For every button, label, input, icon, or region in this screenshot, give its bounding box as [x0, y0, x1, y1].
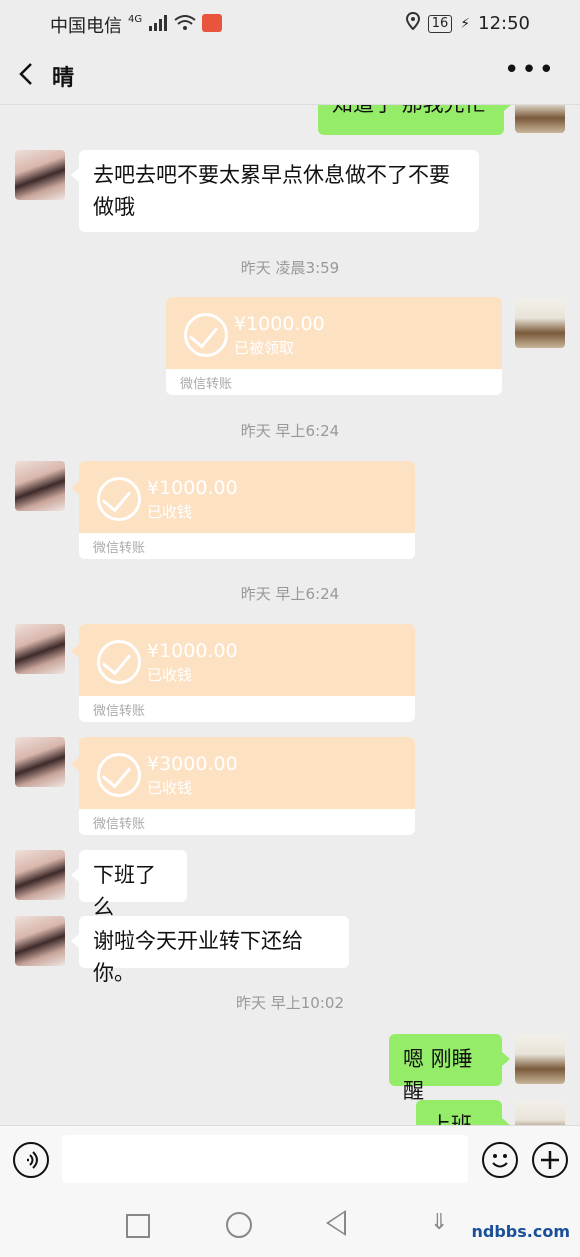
message-input[interactable]: [62, 1135, 468, 1183]
message-text: 上班了: [430, 1113, 472, 1125]
carrier-label: 中国电信: [50, 16, 122, 37]
voice-input-icon[interactable]: [13, 1142, 49, 1178]
message-bubble-incoming[interactable]: 去吧去吧不要太累早点休息做不了不要做哦: [71, 150, 479, 232]
home-icon[interactable]: [226, 1212, 252, 1238]
transfer-status: 已被领取: [234, 339, 295, 357]
timestamp: 昨天 凌晨3:59: [240, 259, 340, 277]
status-left: 中国电信 4G: [50, 12, 223, 38]
contact-avatar[interactable]: [15, 461, 65, 511]
message-bubble-incoming[interactable]: 下班了么: [71, 850, 187, 919]
message-text: 下班了么: [93, 863, 156, 919]
transfer-card-incoming[interactable]: ¥1000.00 已收钱 微信转账: [71, 624, 415, 722]
transfer-amount: ¥1000.00: [147, 640, 238, 662]
status-bar: 中国电信 4G 16 ⚡ 12:50: [0, 0, 580, 46]
back-triangle-icon[interactable]: [326, 1210, 346, 1236]
transfer-card-incoming[interactable]: ¥1000.00 已收钱 微信转账: [71, 461, 415, 559]
message-bubble-outgoing[interactable]: 知道了 那我先忙: [318, 105, 512, 135]
transfer-amount: ¥1000.00: [234, 313, 325, 335]
transfer-card-outgoing[interactable]: ¥1000.00 已被领取 微信转账: [166, 297, 502, 395]
transfer-amount: ¥3000.00: [147, 753, 238, 775]
message-text: 谢啦今天开业转下还给你。: [93, 929, 303, 985]
transfer-footer: 微信转账: [93, 541, 146, 556]
watermark-text: ndbbs.com: [471, 1222, 571, 1241]
message-bubble-outgoing[interactable]: 上班了: [416, 1100, 510, 1125]
contact-avatar[interactable]: [15, 624, 65, 674]
chat-title: 晴: [52, 66, 75, 91]
more-options-icon[interactable]: •••: [504, 57, 556, 83]
contact-avatar[interactable]: [15, 150, 65, 200]
transfer-status: 已收钱: [147, 779, 193, 797]
chat-area[interactable]: 知道了 那我先忙 去吧去吧不要太累早点休息做不了不要做哦 昨天 凌晨3:59 ¥…: [0, 105, 580, 1125]
transfer-status: 已收钱: [147, 503, 193, 521]
transfer-amount: ¥1000.00: [147, 477, 238, 499]
my-avatar[interactable]: [515, 1100, 565, 1125]
message-bubble-incoming[interactable]: 谢啦今天开业转下还给你。: [71, 916, 349, 985]
emoji-icon[interactable]: [482, 1142, 518, 1178]
location-icon: [405, 11, 420, 35]
transfer-footer: 微信转账: [93, 704, 146, 719]
my-avatar[interactable]: [515, 105, 565, 133]
timestamp: 昨天 早上6:24: [240, 585, 340, 603]
message-text: 嗯 刚睡醒: [403, 1047, 473, 1103]
battery-icon: 16: [427, 14, 453, 33]
charging-icon: ⚡: [460, 15, 471, 32]
my-avatar[interactable]: [515, 298, 565, 348]
transfer-card-incoming[interactable]: ¥3000.00 已收钱 微信转账: [71, 737, 415, 835]
message-text: 去吧去吧不要太累早点休息做不了不要做哦: [93, 163, 450, 219]
message-bubble-outgoing[interactable]: 嗯 刚睡醒: [389, 1034, 510, 1103]
contact-avatar[interactable]: [15, 737, 65, 787]
timestamp: 昨天 早上10:02: [236, 994, 344, 1012]
notification-pull-icon[interactable]: ⇓: [430, 1210, 448, 1235]
transfer-status: 已收钱: [147, 666, 193, 684]
my-avatar[interactable]: [515, 1034, 565, 1084]
contact-avatar[interactable]: [15, 850, 65, 900]
recent-apps-icon[interactable]: [126, 1214, 150, 1238]
plus-icon[interactable]: [532, 1142, 568, 1178]
chat-header: 晴 •••: [0, 46, 580, 105]
app-notification-icon: [202, 13, 223, 37]
watermark: ndbbs.com: [472, 1222, 571, 1241]
clock: 12:50: [478, 13, 530, 34]
network-label: 4G: [128, 13, 143, 25]
back-arrow-icon[interactable]: [14, 60, 42, 88]
timestamp: 昨天 早上6:24: [240, 422, 340, 440]
transfer-footer: 微信转账: [180, 377, 233, 392]
input-bar: [0, 1125, 580, 1192]
signal-icon: [148, 14, 168, 36]
contact-avatar[interactable]: [15, 916, 65, 966]
status-right: 16 ⚡ 12:50: [405, 11, 530, 35]
message-text: 知道了 那我先忙: [332, 105, 486, 116]
wifi-icon: [174, 14, 196, 36]
transfer-footer: 微信转账: [93, 817, 146, 832]
